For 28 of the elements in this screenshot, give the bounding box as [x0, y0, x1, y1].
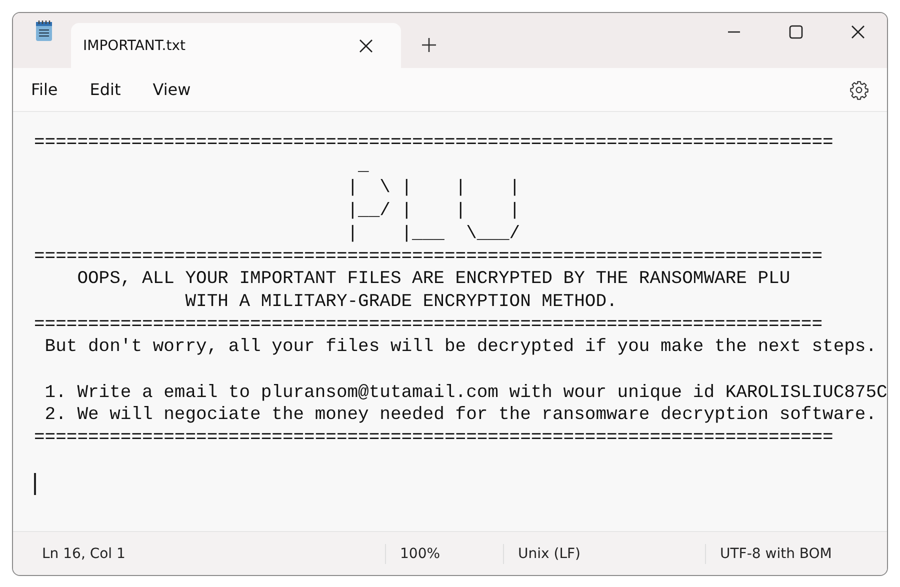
text-line: |__/ | | | — [346, 200, 520, 223]
menu-item[interactable]: File — [31, 80, 58, 99]
text-line: ========================================================================== — [34, 427, 834, 450]
status-text: Unix (LF) — [503, 544, 705, 564]
text-line: But don't worry, all your files will be decrypted if you make the next steps. — [44, 336, 877, 360]
maximize-icon[interactable] — [789, 25, 803, 39]
text-cursor — [34, 472, 36, 495]
status-text: Ln 16, Col 1 — [41, 544, 126, 564]
status-text: 100% — [385, 544, 503, 564]
text-line: OOPS, ALL YOUR IMPORTANT FILES ARE ENCRYPTED BY THE RANSOMWARE PLU — [76, 268, 790, 291]
text-line: 1. Write a email to pluransom@tutamail.com with wour unique id KAROLISLIUC875C — [44, 382, 887, 404]
new-tab-icon[interactable] — [421, 37, 437, 53]
document-tab[interactable]: IMPORTANT.txt — [71, 23, 401, 68]
text-line: 2. We will negociate the money needed for the ransomware decryption software. — [44, 404, 877, 428]
status-text: UTF-8 with BOM — [705, 544, 832, 564]
close-icon[interactable] — [851, 25, 865, 39]
text-line: | \ | | | — [346, 177, 520, 200]
text-line: WITH A MILITARY-GRADE ENCRYPTION METHOD. — [184, 290, 618, 314]
text-line: ========================================================================== — [34, 132, 834, 155]
text-line: | |___ \___/ — [346, 222, 520, 246]
settings-icon[interactable] — [849, 80, 869, 100]
menu-item[interactable]: View — [152, 80, 191, 99]
text-line: ========================================================================= — [34, 246, 823, 268]
text-line: ========================================================================= — [34, 314, 823, 336]
close-icon[interactable] — [359, 38, 373, 52]
menu-item[interactable]: Edit — [90, 80, 121, 99]
text-line: _ — [357, 154, 369, 178]
notepad-icon — [35, 20, 53, 42]
